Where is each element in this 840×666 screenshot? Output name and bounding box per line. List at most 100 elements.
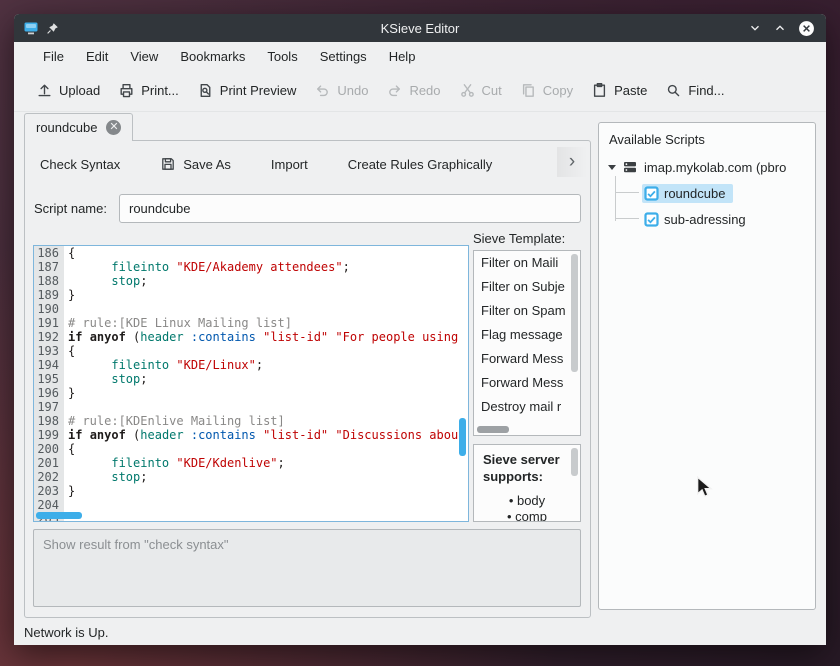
code-line: 187 fileinto "KDE/Akademy attendees";	[34, 260, 468, 274]
capability-item: • body	[483, 493, 571, 509]
scripts-tree: imap.mykolab.com (pbro roundcube sub-adre…	[599, 154, 815, 232]
code-line: 195 stop;	[34, 372, 468, 386]
editor-horizontal-scrollbar[interactable]	[36, 512, 82, 519]
toolbar-label: Copy	[543, 83, 573, 98]
menu-item-settings[interactable]: Settings	[309, 44, 378, 69]
network-status-text: Network is Up.	[24, 625, 109, 640]
line-number: 187	[34, 260, 64, 274]
toolbar-label: Cut	[482, 83, 502, 98]
action-label: Create Rules Graphically	[348, 157, 493, 172]
action-save-as[interactable]: Save As	[151, 151, 240, 177]
action-import[interactable]: Import	[262, 152, 317, 177]
sieve-template-list: Filter on MailiFilter on SubjeFilter on …	[473, 250, 581, 436]
supports-vertical-scrollbar[interactable]	[571, 448, 578, 476]
editor-vertical-scrollbar[interactable]	[459, 418, 466, 456]
action-check-syntax[interactable]: Check Syntax	[31, 152, 129, 177]
toolbar-print-preview[interactable]: Print Preview	[197, 82, 297, 99]
tab-roundcube[interactable]: roundcube ✕	[24, 113, 133, 141]
selected-script[interactable]: roundcube	[642, 184, 733, 203]
toolbar-label: Undo	[337, 83, 368, 98]
code-line: 198# rule:[KDEnlive Mailing list]	[34, 414, 468, 428]
tree-item-script-sub-adressing[interactable]: sub-adressing	[599, 206, 815, 232]
expander-arrow-icon[interactable]	[608, 165, 616, 170]
toolbar-label: Redo	[409, 83, 440, 98]
toolbar-label: Paste	[614, 83, 647, 98]
line-number: 199	[34, 428, 64, 442]
line-number: 189	[34, 288, 64, 302]
template-item[interactable]: Filter on Spam	[474, 299, 580, 323]
code-line: 188 stop;	[34, 274, 468, 288]
code-editor[interactable]: 186{187 fileinto "KDE/Akademy attendees"…	[33, 245, 469, 522]
toolbar-paste[interactable]: Paste	[591, 82, 647, 99]
template-horizontal-scrollbar[interactable]	[477, 426, 509, 433]
line-number: 190	[34, 302, 64, 316]
check-syntax-result-box: Show result from "check syntax"	[33, 529, 581, 607]
ksieve-editor-window: KSieve Editor FileEditViewBookma	[14, 14, 826, 645]
available-scripts-title: Available Scripts	[599, 123, 815, 154]
menu-item-edit[interactable]: Edit	[75, 44, 119, 69]
chevron-right-icon: ›	[569, 151, 575, 173]
toolbar-find[interactable]: Find...	[665, 82, 724, 99]
toolbar-label: Print Preview	[220, 83, 297, 98]
template-item[interactable]: Destroy mail r	[474, 395, 580, 419]
toolbar-print[interactable]: Print...	[118, 82, 179, 99]
available-scripts-panel: Available Scripts imap.mykolab.com (pbro…	[598, 122, 816, 610]
menu-item-view[interactable]: View	[119, 44, 169, 69]
tree-item-script-roundcube[interactable]: roundcube	[599, 180, 815, 206]
menu-item-help[interactable]: Help	[378, 44, 427, 69]
template-item[interactable]: Flag message	[474, 323, 580, 347]
menu-item-tools[interactable]: Tools	[256, 44, 308, 69]
line-number: 201	[34, 456, 64, 470]
code-line: 205	[34, 512, 468, 522]
code-line: 189}	[34, 288, 468, 302]
sieve-template-label: Sieve Template:	[473, 231, 565, 246]
toolbar-upload[interactable]: Upload	[36, 82, 100, 99]
script-rows: roundcube sub-adressing	[599, 180, 815, 232]
checkbox-checked-icon[interactable]	[644, 186, 659, 201]
maximize-button[interactable]	[773, 21, 787, 35]
server-label: imap.mykolab.com (pbro	[644, 160, 786, 175]
template-item[interactable]: Filter on Maili	[474, 251, 580, 275]
template-vertical-scrollbar[interactable]	[571, 254, 578, 372]
line-number: 194	[34, 358, 64, 372]
script[interactable]: sub-adressing	[642, 210, 754, 229]
line-number: 204	[34, 498, 64, 512]
server-supports-list: • body• comp	[483, 493, 571, 522]
toolbar-redo: Redo	[386, 82, 440, 99]
status-bar: Network is Up.	[14, 619, 826, 645]
code-line: 197	[34, 400, 468, 414]
tree-item-server[interactable]: imap.mykolab.com (pbro	[599, 154, 815, 180]
close-button[interactable]	[798, 20, 815, 37]
line-number: 186	[34, 246, 64, 260]
template-item[interactable]: Forward Mess	[474, 347, 580, 371]
line-number: 193	[34, 344, 64, 358]
app-icon	[23, 20, 39, 36]
code-line: 191# rule:[KDE Linux Mailing list]	[34, 316, 468, 330]
upload-icon	[36, 82, 53, 99]
script-label: sub-adressing	[664, 212, 746, 227]
mouse-cursor	[696, 476, 714, 498]
editor-actions: Check Syntax Save As Import Create Rules Gr…	[31, 151, 501, 177]
tab-close-icon[interactable]: ✕	[106, 120, 121, 135]
menu-item-file[interactable]: File	[32, 44, 75, 69]
code-lines: 186{187 fileinto "KDE/Akademy attendees"…	[34, 246, 468, 522]
line-number: 196	[34, 386, 64, 400]
action-create-rules-graphically[interactable]: Create Rules Graphically	[339, 152, 502, 177]
line-number: 195	[34, 372, 64, 386]
line-number: 202	[34, 470, 64, 484]
titlebar[interactable]: KSieve Editor	[14, 14, 826, 42]
toolbar-overflow-button[interactable]: ›	[557, 147, 587, 177]
code-line: 194 fileinto "KDE/Linux";	[34, 358, 468, 372]
minimize-button[interactable]	[748, 21, 762, 35]
pin-icon[interactable]	[46, 22, 59, 35]
script-name-input[interactable]	[119, 194, 581, 223]
code-line: 203}	[34, 484, 468, 498]
toolbar-label: Print...	[141, 83, 179, 98]
toolbar-copy: Copy	[520, 82, 573, 99]
close-icon	[798, 20, 815, 37]
menu-item-bookmarks[interactable]: Bookmarks	[169, 44, 256, 69]
line-number: 188	[34, 274, 64, 288]
template-item[interactable]: Forward Mess	[474, 371, 580, 395]
checkbox-checked-icon[interactable]	[644, 212, 659, 227]
template-item[interactable]: Filter on Subje	[474, 275, 580, 299]
